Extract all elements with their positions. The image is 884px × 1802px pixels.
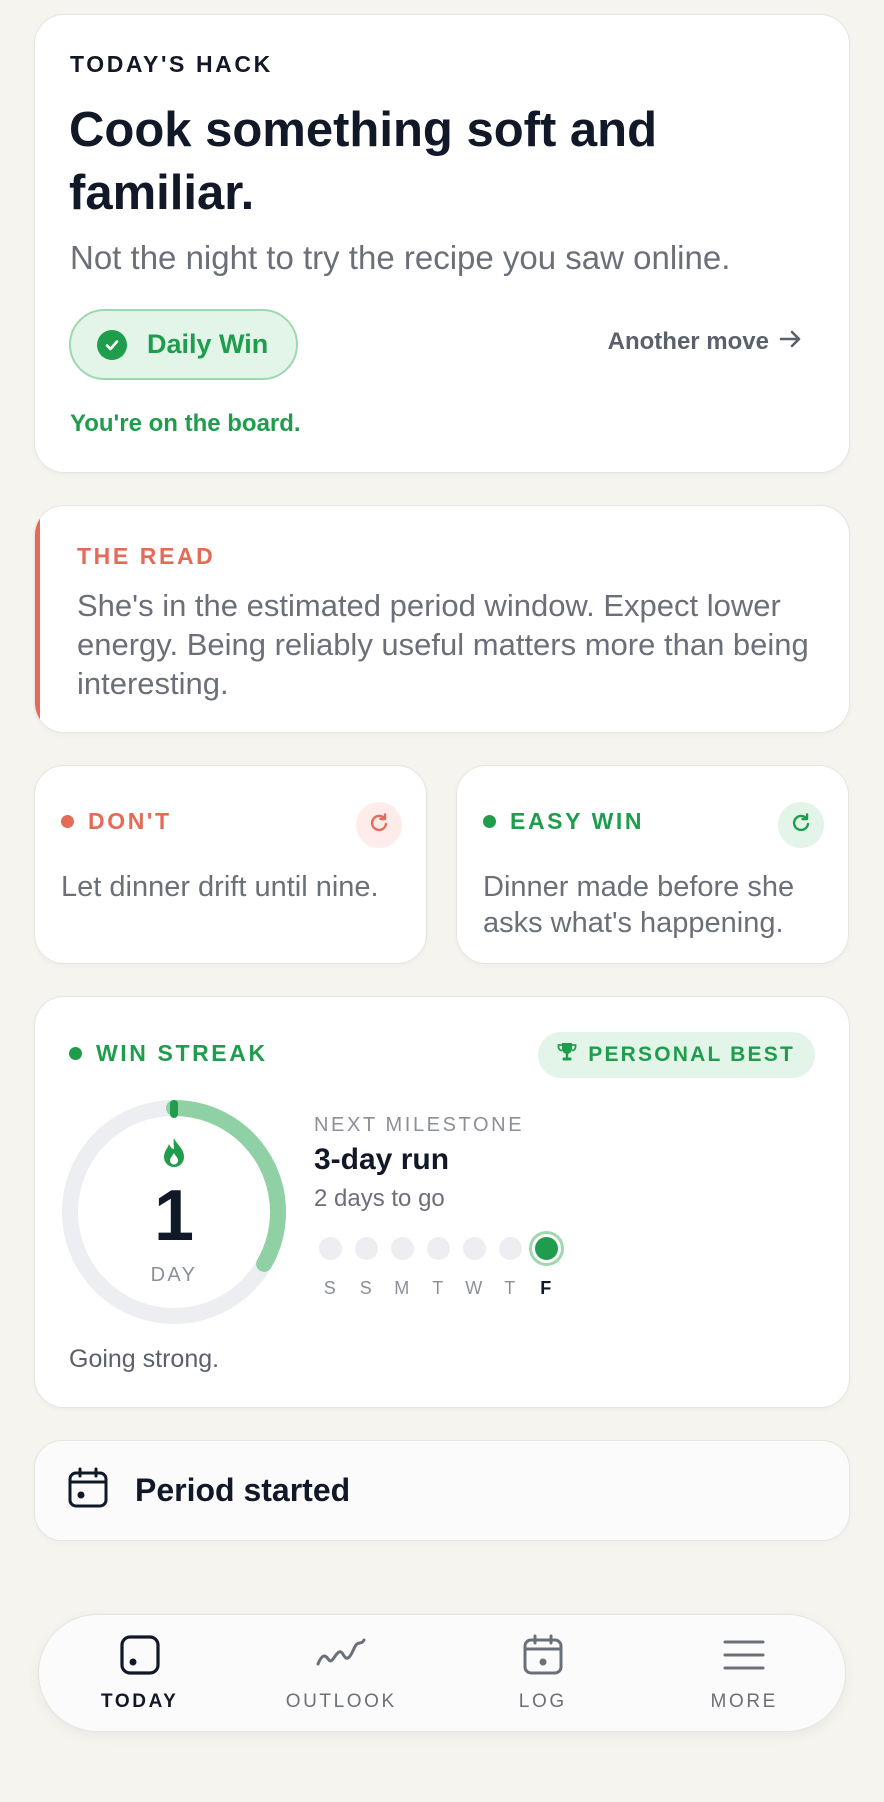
outlook-icon (315, 1634, 367, 1681)
day-label: T (504, 1278, 516, 1298)
personal-best-label: PERSONAL BEST (588, 1043, 795, 1066)
easy-win-dot (483, 815, 496, 828)
another-move-link[interactable]: Another move (608, 328, 803, 356)
day-marker-done (528, 1231, 564, 1266)
dont-refresh-button[interactable] (356, 802, 402, 848)
nav-label: MORE (710, 1690, 778, 1712)
milestone-title: 3-day run (314, 1143, 450, 1176)
daily-win-button[interactable]: Daily Win (69, 309, 298, 380)
streak-footer: Going strong. (69, 1345, 220, 1373)
day-marker (462, 1237, 486, 1260)
dont-dot (61, 815, 74, 828)
week-day: W (456, 1231, 492, 1299)
week-tracker: S S M T W T F (312, 1231, 564, 1299)
streak-count: 1 (153, 1176, 195, 1256)
trophy-icon (556, 1041, 578, 1069)
easy-win-card: EASY WIN Dinner made before she asks wha… (456, 765, 849, 964)
refresh-icon (789, 811, 813, 840)
streak-header: WIN STREAK (69, 1040, 268, 1067)
log-icon (522, 1634, 564, 1681)
board-status: You're on the board. (70, 410, 301, 437)
week-day: T (420, 1231, 456, 1299)
the-read-card: THE READ She's in the estimated period w… (34, 505, 850, 733)
week-day: M (384, 1231, 420, 1299)
week-day: S (348, 1231, 384, 1299)
another-move-label: Another move (607, 328, 769, 355)
day-marker (426, 1237, 450, 1260)
milestone-label: NEXT MILESTONE (314, 1114, 525, 1136)
streak-count-block: 1 DAY (59, 1097, 289, 1327)
flame-icon (160, 1137, 188, 1174)
day-label: S (359, 1278, 373, 1298)
menu-icon (722, 1634, 766, 1681)
day-marker (354, 1237, 378, 1260)
period-started-label: Period started (135, 1472, 351, 1508)
week-day: S (312, 1231, 348, 1299)
hack-eyebrow: TODAY'S HACK (70, 51, 273, 77)
calendar-icon (67, 1467, 109, 1514)
nav-item-today[interactable]: TODAY (39, 1615, 241, 1731)
nav-label: TODAY (101, 1690, 179, 1712)
day-label: F (540, 1278, 552, 1298)
day-marker (390, 1237, 414, 1260)
nav-item-log[interactable]: LOG (442, 1615, 644, 1731)
bottom-nav: TODAY OUTLOOK LOG MORE (38, 1614, 846, 1732)
day-label: M (394, 1278, 410, 1298)
read-eyebrow: THE READ (77, 543, 216, 569)
easy-win-refresh-button[interactable] (778, 802, 824, 848)
streak-label: WIN STREAK (96, 1040, 268, 1066)
dont-header: DON'T (61, 808, 172, 835)
nav-item-more[interactable]: MORE (644, 1615, 846, 1731)
today-icon (119, 1634, 161, 1681)
easy-win-label: EASY WIN (510, 808, 645, 834)
week-day-current: F (528, 1231, 564, 1299)
dont-card: DON'T Let dinner drift until nine. (34, 765, 427, 964)
daily-win-label: Daily Win (147, 329, 269, 359)
day-label: W (465, 1278, 483, 1298)
dont-body: Let dinner drift until nine. (61, 871, 379, 903)
easy-win-body: Dinner made before she asks what's happe… (483, 871, 795, 939)
day-label: S (323, 1278, 337, 1298)
milestone-subtitle: 2 days to go (314, 1185, 445, 1212)
easy-win-header: EASY WIN (483, 808, 644, 835)
day-marker (318, 1237, 342, 1260)
hack-title: Cook something soft and familiar. (69, 103, 657, 220)
nav-label: LOG (518, 1690, 567, 1712)
day-label: T (432, 1278, 444, 1298)
period-started-button[interactable]: Period started (34, 1440, 850, 1541)
read-accent-bar (35, 506, 40, 732)
read-body: She's in the estimated period window. Ex… (77, 588, 809, 701)
day-marker (498, 1237, 522, 1260)
nav-label: OUTLOOK (285, 1690, 397, 1712)
streak-unit: DAY (150, 1264, 198, 1286)
check-icon (97, 329, 127, 360)
todays-hack-card: TODAY'S HACK Cook something soft and fam… (34, 14, 850, 473)
win-streak-card: WIN STREAK PERSONAL BEST 1 DAY NEXT MILE… (34, 996, 850, 1408)
streak-dot (69, 1047, 82, 1060)
arrow-right-icon (779, 328, 803, 356)
refresh-icon (367, 811, 391, 840)
personal-best-badge: PERSONAL BEST (538, 1032, 815, 1078)
dont-label: DON'T (88, 808, 172, 834)
hack-subtitle: Not the night to try the recipe you saw … (70, 239, 731, 276)
nav-item-outlook[interactable]: OUTLOOK (241, 1615, 443, 1731)
week-day: T (492, 1231, 528, 1299)
